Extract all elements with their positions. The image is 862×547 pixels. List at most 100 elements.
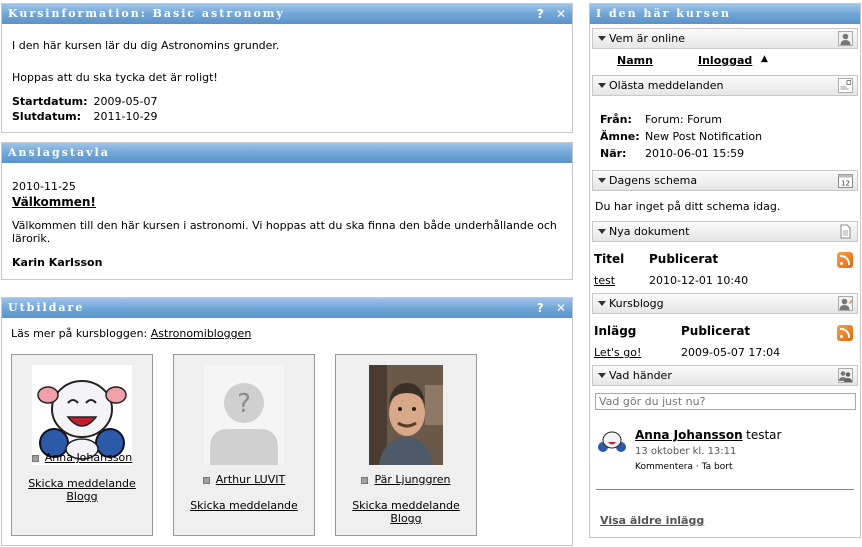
blog-col-post: Inlägg: [594, 324, 637, 338]
subject-value: New Post Notification: [645, 130, 763, 143]
section-new-documents[interactable]: Nya dokument: [592, 221, 858, 242]
teacher-name[interactable]: Pär Ljunggren: [374, 473, 450, 486]
envelope-icon: [838, 78, 853, 93]
blog-prefix: Läs mer på kursbloggen:: [11, 327, 148, 340]
bulletin-heading[interactable]: Välkommen!: [12, 195, 562, 209]
section-label: Vem är online: [609, 32, 685, 45]
remove-link[interactable]: Ta bort: [702, 462, 733, 472]
collapse-triangle-icon[interactable]: [598, 36, 606, 41]
course-sidebar: I den här kursen Vem är online Namn Inlo…: [589, 3, 861, 538]
blog-line: Läs mer på kursbloggen: Astronomibloggen: [11, 327, 251, 340]
end-value: 2011-10-29: [93, 110, 158, 123]
user-avatar-icon: [598, 431, 626, 452]
blog-user-icon: [838, 296, 853, 311]
from-label: Från:: [600, 113, 632, 126]
section-todays-schedule[interactable]: Dagens schema 12: [592, 170, 858, 191]
docs-col-title: Titel: [594, 252, 625, 266]
send-message-link[interactable]: Skicka meddelande: [352, 499, 460, 512]
send-message-link[interactable]: Skicka meddelande: [190, 499, 298, 512]
activity-actions: Kommentera · Ta bort: [635, 462, 733, 472]
section-label: Vad händer: [609, 369, 672, 382]
collapse-triangle-icon[interactable]: [598, 373, 606, 378]
when-value: 2010-06-01 15:59: [645, 147, 745, 160]
blog-col-published: Publicerat: [681, 324, 751, 338]
collapse-triangle-icon[interactable]: [598, 178, 606, 183]
activity-user-link[interactable]: Anna Johansson: [635, 428, 743, 442]
section-course-blog[interactable]: Kursblogg: [592, 293, 858, 314]
section-label: Dagens schema: [609, 174, 698, 187]
blog-post-link[interactable]: Let's go!: [594, 346, 641, 359]
section-label: Nya dokument: [609, 225, 690, 238]
section-label: Kursblogg: [609, 297, 664, 310]
teacher-links: Skicka meddelande: [174, 499, 314, 512]
collapse-triangle-icon[interactable]: [598, 229, 606, 234]
divider: [596, 489, 854, 490]
blog-link[interactable]: Astronomibloggen: [151, 327, 252, 340]
sort-login-link[interactable]: Inloggad: [698, 54, 752, 67]
activity-action: testar: [746, 428, 782, 442]
collapse-triangle-icon[interactable]: [598, 301, 606, 306]
bulletin-board-title: Anslagstavla: [8, 146, 110, 159]
teacher-card: Pär Ljunggren Skicka meddelande Blogg: [335, 354, 477, 536]
rss-icon[interactable]: [837, 325, 853, 341]
document-icon: [840, 224, 851, 239]
avatar: [32, 365, 132, 465]
section-label: Olästa meddelanden: [609, 79, 724, 92]
teacher-name[interactable]: Anna Johansson: [45, 451, 133, 464]
doc-date: 2010-12-01 10:40: [649, 274, 749, 287]
calendar-day: 12: [841, 180, 850, 188]
activity-time: 13 oktober kl. 13:11: [635, 446, 737, 457]
start-label: Startdatum:: [12, 95, 88, 108]
course-sidebar-title: I den här kursen: [596, 7, 731, 20]
avatar: [369, 365, 443, 465]
rss-icon[interactable]: [837, 252, 853, 268]
subject-label: Ämne:: [600, 130, 640, 143]
status-icon: [202, 476, 210, 484]
close-icon[interactable]: ✕: [556, 7, 566, 21]
docs-col-published: Publicerat: [649, 252, 719, 266]
section-whats-happening[interactable]: Vad händer: [592, 365, 858, 386]
course-hope: Hoppas att du ska tycka det är roligt!: [12, 71, 218, 84]
end-label: Slutdatum:: [12, 110, 82, 123]
doc-link[interactable]: test: [594, 274, 615, 287]
teachers-header: Utbildare ? ✕: [2, 298, 572, 318]
help-icon[interactable]: ?: [537, 301, 544, 315]
course-dates: Startdatum: 2009-05-07 Slutdatum: 2011-1…: [12, 93, 159, 123]
help-icon[interactable]: ?: [537, 7, 544, 21]
sort-name-link[interactable]: Namn: [617, 54, 653, 67]
section-unread-messages[interactable]: Olästa meddelanden: [592, 75, 858, 96]
course-info-title: Kursinformation: Basic astronomy: [8, 7, 285, 20]
bulletin-board-panel: Anslagstavla 2010-11-25 Välkommen! Välko…: [1, 142, 573, 280]
status-icon: [361, 476, 369, 484]
teacher-blog-link[interactable]: Blogg: [390, 512, 421, 525]
user-icon: [838, 31, 853, 46]
schedule-empty-text: Du har inget på ditt schema idag.: [595, 200, 781, 213]
teachers-title: Utbildare: [8, 301, 85, 314]
bulletin-date: 2010-11-25: [12, 180, 76, 193]
status-input[interactable]: [595, 393, 856, 410]
comment-link[interactable]: Kommentera: [635, 462, 693, 472]
status-icon: [31, 454, 39, 462]
course-info-panel: Kursinformation: Basic astronomy ? ✕ I d…: [1, 3, 573, 133]
teacher-card: ? Arthur LUVIT Skicka meddelande: [173, 354, 315, 536]
teacher-links: Skicka meddelande Blogg: [12, 477, 152, 503]
teacher-name-row: Pär Ljunggren: [336, 473, 476, 486]
section-who-online[interactable]: Vem är online: [592, 28, 858, 49]
activity-item: Anna Johansson testar: [635, 428, 781, 442]
send-message-link[interactable]: Skicka meddelande: [28, 477, 136, 490]
collapse-triangle-icon[interactable]: [598, 83, 606, 88]
teacher-name[interactable]: Arthur LUVIT: [216, 473, 285, 486]
start-value: 2009-05-07: [93, 95, 158, 108]
close-icon[interactable]: ✕: [556, 301, 566, 315]
teacher-card: Anna Johansson Skicka meddelande Blogg: [11, 354, 153, 536]
separator: ·: [695, 462, 699, 472]
unread-message: Från: Forum: Forum Ämne: New Post Notifica…: [600, 111, 762, 162]
course-info-header: Kursinformation: Basic astronomy ? ✕: [2, 4, 572, 24]
teachers-panel: Utbildare ? ✕ Läs mer på kursbloggen: As…: [1, 297, 573, 546]
show-older-link[interactable]: Visa äldre inlägg: [600, 514, 704, 527]
teacher-blog-link[interactable]: Blogg: [66, 490, 97, 503]
bulletin-author: Karin Karlsson: [12, 256, 103, 269]
bulletin-board-header: Anslagstavla: [2, 143, 572, 163]
teacher-links: Skicka meddelande Blogg: [336, 499, 476, 525]
blog-post-date: 2009-05-07 17:04: [681, 346, 781, 359]
